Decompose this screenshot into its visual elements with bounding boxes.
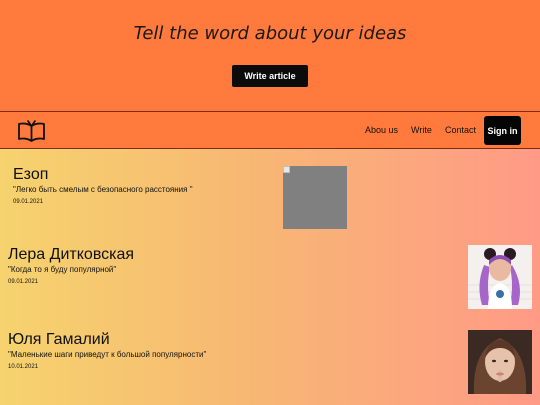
post-author: Юля Гамалий [8,331,110,348]
nav-link-write[interactable]: Write [411,125,432,135]
posts-list: Езоп "Легко быть смелым с безопасного ра… [0,149,540,405]
post-item: Юля Гамалий "Маленькие шаги приведут к б… [8,331,206,371]
post-author: Езоп [13,166,49,183]
post-date: 09.01.2021 [13,199,44,205]
post-date: 09.01.2021 [8,279,39,285]
nav-link-about[interactable]: Abou us [365,125,398,135]
post-quote: "Когда то я буду популярной" [8,265,117,274]
sign-in-button[interactable]: Sign in [484,116,521,145]
book-icon[interactable] [17,120,46,142]
author-photo [468,330,532,394]
post-quote: "Легко быть смелым с безопасного расстоя… [13,185,193,194]
write-article-button[interactable]: Write article [232,65,308,87]
hero-title: Tell the word about your ideas [133,23,407,44]
nav-link-contact[interactable]: Contact [445,125,476,135]
post-item: Лера Дитковская "Когда то я буду популяр… [8,246,134,286]
post-date: 10.01.2021 [8,364,39,370]
post-quote: "Маленькие шаги приведут к большой попул… [8,350,207,359]
hero-banner: Tell the word about your ideas Write art… [0,0,540,111]
broken-image-icon [283,166,290,173]
post-author: Лера Дитковская [8,246,135,263]
author-photo [468,245,532,309]
broken-image [283,166,347,229]
navbar: Abou us Write Contact Sign in [0,111,540,149]
post-item: Езоп "Легко быть смелым с безопасного ра… [13,166,193,206]
